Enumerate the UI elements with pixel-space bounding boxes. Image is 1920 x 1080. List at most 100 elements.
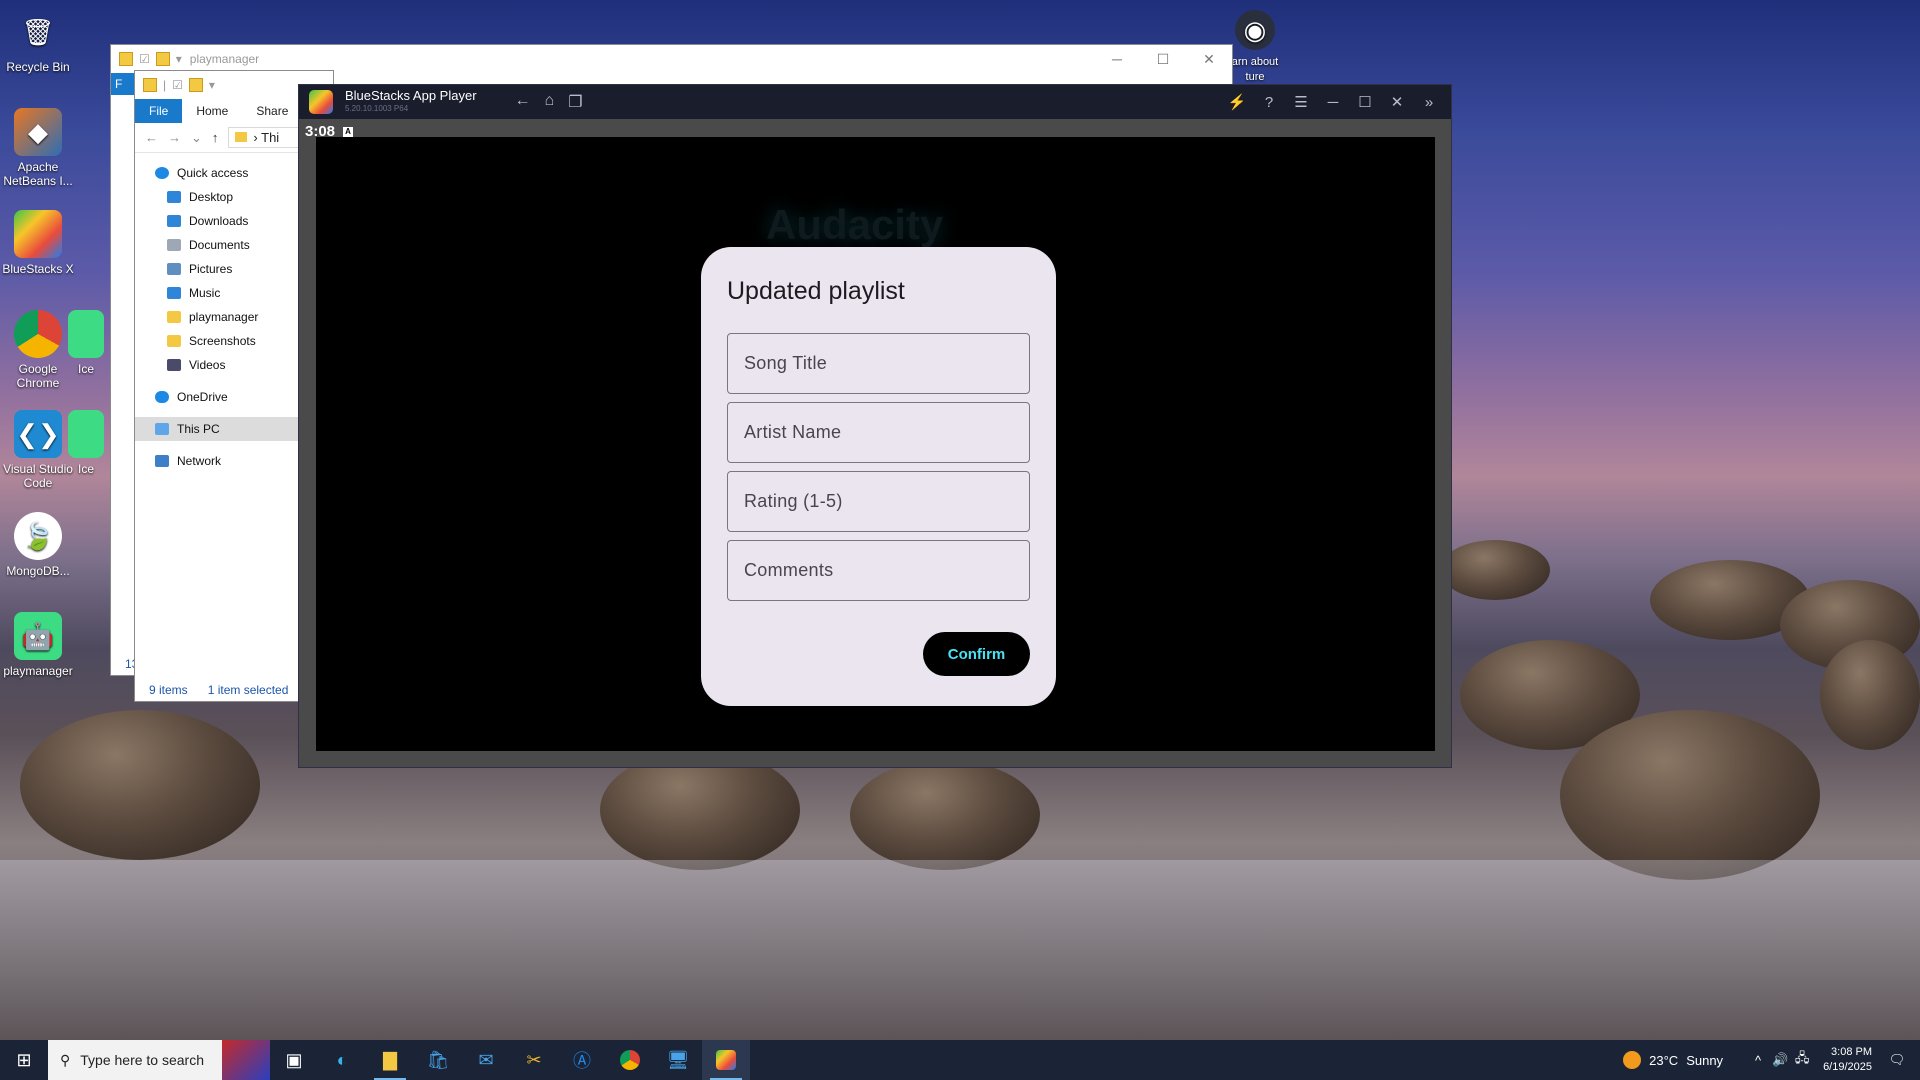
- computer-icon: [155, 423, 169, 435]
- volume-icon[interactable]: 🔊: [1769, 1052, 1791, 1068]
- taskbar-file-explorer[interactable]: ▇: [366, 1040, 414, 1080]
- weather-widget[interactable]: 23°C Sunny: [1623, 1051, 1723, 1069]
- android-icon: [68, 310, 104, 358]
- update-playlist-dialog: Updated playlist Song Title Artist Name …: [701, 247, 1056, 706]
- checkbox-icon: ☑: [139, 52, 150, 66]
- confirm-button[interactable]: Confirm: [923, 632, 1030, 676]
- minimize-button[interactable]: ─: [1317, 94, 1349, 111]
- folder-icon: [143, 78, 157, 92]
- field-placeholder: Song Title: [744, 353, 828, 373]
- desktop-icon-mongodb[interactable]: 🍃 MongoDB...: [0, 512, 76, 578]
- app-title: BlueStacks App Player: [345, 88, 477, 103]
- desktop-icon-label: Ice: [77, 462, 94, 476]
- network-icon: [155, 455, 169, 467]
- desktop-icon-chrome[interactable]: Google Chrome: [0, 310, 76, 390]
- close-button[interactable]: ✕: [1186, 45, 1232, 73]
- taskbar-snipping-tool[interactable]: ✂: [510, 1040, 558, 1080]
- artist-name-field[interactable]: Artist Name: [727, 402, 1030, 463]
- clock-time: 3:08 PM: [1831, 1046, 1872, 1058]
- search-icon: ⚲: [60, 1051, 71, 1068]
- snipping-tool-icon: ✂: [526, 1049, 542, 1070]
- performance-icon[interactable]: ⚡: [1221, 93, 1253, 111]
- taskbar-mail[interactable]: ✉: [462, 1040, 510, 1080]
- ribbon-tab-home[interactable]: Home: [182, 99, 242, 123]
- back-icon[interactable]: ←: [515, 92, 531, 112]
- ribbon-file-tab[interactable]: F: [111, 73, 135, 95]
- ribbon-tab-share[interactable]: Share: [242, 99, 302, 123]
- desktop-icon-vscode[interactable]: ❮❯ Visual Studio Code: [0, 410, 76, 490]
- desktop-icon-recycle-bin[interactable]: 🗑 Recycle Bin: [0, 8, 76, 74]
- desktop-icon-label: Apache NetBeans I...: [3, 160, 73, 188]
- chrome-icon: [14, 310, 62, 358]
- folder-icon: [188, 78, 203, 92]
- desktop-icon-ice-1[interactable]: Ice: [68, 310, 104, 376]
- taskbar-chrome[interactable]: [606, 1040, 654, 1080]
- field-placeholder: Rating (1-5): [744, 491, 843, 511]
- maximize-button[interactable]: ☐: [1349, 93, 1381, 111]
- search-placeholder: Type here to search: [80, 1052, 205, 1068]
- weather-condition: Sunny: [1686, 1052, 1724, 1068]
- notification-icon[interactable]: 🗨: [1886, 1052, 1908, 1068]
- field-placeholder: Comments: [744, 560, 834, 580]
- network-icon[interactable]: 🖧: [1791, 1049, 1813, 1071]
- clock[interactable]: 3:08 PM 6/19/2025: [1823, 1045, 1872, 1075]
- desktop-icon-label: Visual Studio Code: [3, 462, 73, 490]
- forward-arrow-icon[interactable]: →: [168, 130, 181, 145]
- android-screen[interactable]: Audacity Updated playlist Song Title Art…: [316, 137, 1435, 751]
- taskbar-store[interactable]: 🛍: [414, 1040, 462, 1080]
- chevron-up-icon[interactable]: ^: [1747, 1053, 1769, 1068]
- nav-label: Screenshots: [189, 334, 256, 348]
- bluestacks-icon: [716, 1050, 736, 1070]
- taskbar-bluestacks[interactable]: [702, 1040, 750, 1080]
- desktop-icon-learn-about-picture[interactable]: ◉ arn about ture: [1225, 10, 1285, 84]
- status-selected: 1 item selected: [207, 683, 289, 697]
- desktop-icon: [167, 191, 181, 203]
- weather-temp: 23°C: [1649, 1052, 1679, 1068]
- bluestacks-body: 3:08 A Audacity Updated playlist Song Ti…: [299, 119, 1451, 767]
- a-icon: Ⓐ: [573, 1051, 591, 1071]
- start-button[interactable]: ⊞: [0, 1040, 48, 1080]
- desktop-icon-ice-2[interactable]: Ice: [68, 410, 104, 476]
- clock-date: 6/19/2025: [1823, 1061, 1872, 1073]
- edge-icon: ◐: [336, 1049, 348, 1070]
- bluestacks-window[interactable]: BlueStacks App Player 5.20.10.1003 P64 ←…: [298, 84, 1452, 768]
- song-title-field[interactable]: Song Title: [727, 333, 1030, 394]
- nav-label: Downloads: [189, 214, 249, 228]
- recycle-bin-icon: 🗑: [21, 17, 55, 47]
- taskbar-edge[interactable]: ◐: [318, 1040, 366, 1080]
- chevron-down-icon[interactable]: ⌄: [191, 130, 202, 146]
- desktop-icon-playmanager[interactable]: 🤖 playmanager: [0, 612, 76, 678]
- nav-label: Quick access: [177, 166, 249, 180]
- back-arrow-icon[interactable]: ←: [145, 130, 158, 145]
- up-arrow-icon[interactable]: ↑: [212, 130, 219, 145]
- dropdown-icon: ▾: [208, 78, 215, 92]
- desktop-icon-label: Google Chrome: [16, 362, 60, 390]
- sidebar-toggle-icon[interactable]: »: [1413, 94, 1445, 111]
- maximize-button[interactable]: ☐: [1140, 45, 1186, 73]
- bluestacks-titlebar[interactable]: BlueStacks App Player 5.20.10.1003 P64 ←…: [299, 85, 1451, 119]
- android-icon: [68, 410, 104, 458]
- help-icon[interactable]: ?: [1253, 94, 1285, 111]
- search-highlight-image: [222, 1040, 270, 1080]
- explorer-titlebar[interactable]: ☑ ▾ playmanager: [111, 45, 1232, 73]
- comments-field[interactable]: Comments: [727, 540, 1030, 601]
- vscode-icon: ❮❯: [14, 410, 62, 458]
- rating-field[interactable]: Rating (1-5): [727, 471, 1030, 532]
- minimize-button[interactable]: ─: [1094, 45, 1140, 73]
- taskbar-search[interactable]: ⚲ Type here to search: [48, 1040, 270, 1080]
- folder-icon: [119, 52, 133, 66]
- recent-apps-icon[interactable]: ❐: [568, 92, 582, 112]
- close-button[interactable]: ✕: [1381, 93, 1413, 111]
- bluestacks-logo-icon: [309, 90, 333, 114]
- menu-icon[interactable]: ☰: [1285, 93, 1317, 111]
- desktop-icon-label: MongoDB...: [6, 564, 70, 578]
- ribbon-tab-file[interactable]: File: [135, 99, 183, 123]
- taskbar-installer[interactable]: 🖥: [654, 1040, 702, 1080]
- desktop-icon-netbeans[interactable]: ◆ Apache NetBeans I...: [0, 108, 76, 188]
- folder-icon: [235, 132, 248, 142]
- home-icon[interactable]: ⌂: [545, 92, 555, 112]
- task-view-button[interactable]: ▣: [270, 1040, 318, 1080]
- desktop-icon-bluestacks-x[interactable]: BlueStacks X: [0, 210, 76, 276]
- taskbar-app-store-a[interactable]: Ⓐ: [558, 1040, 606, 1080]
- cloud-icon: [155, 391, 169, 403]
